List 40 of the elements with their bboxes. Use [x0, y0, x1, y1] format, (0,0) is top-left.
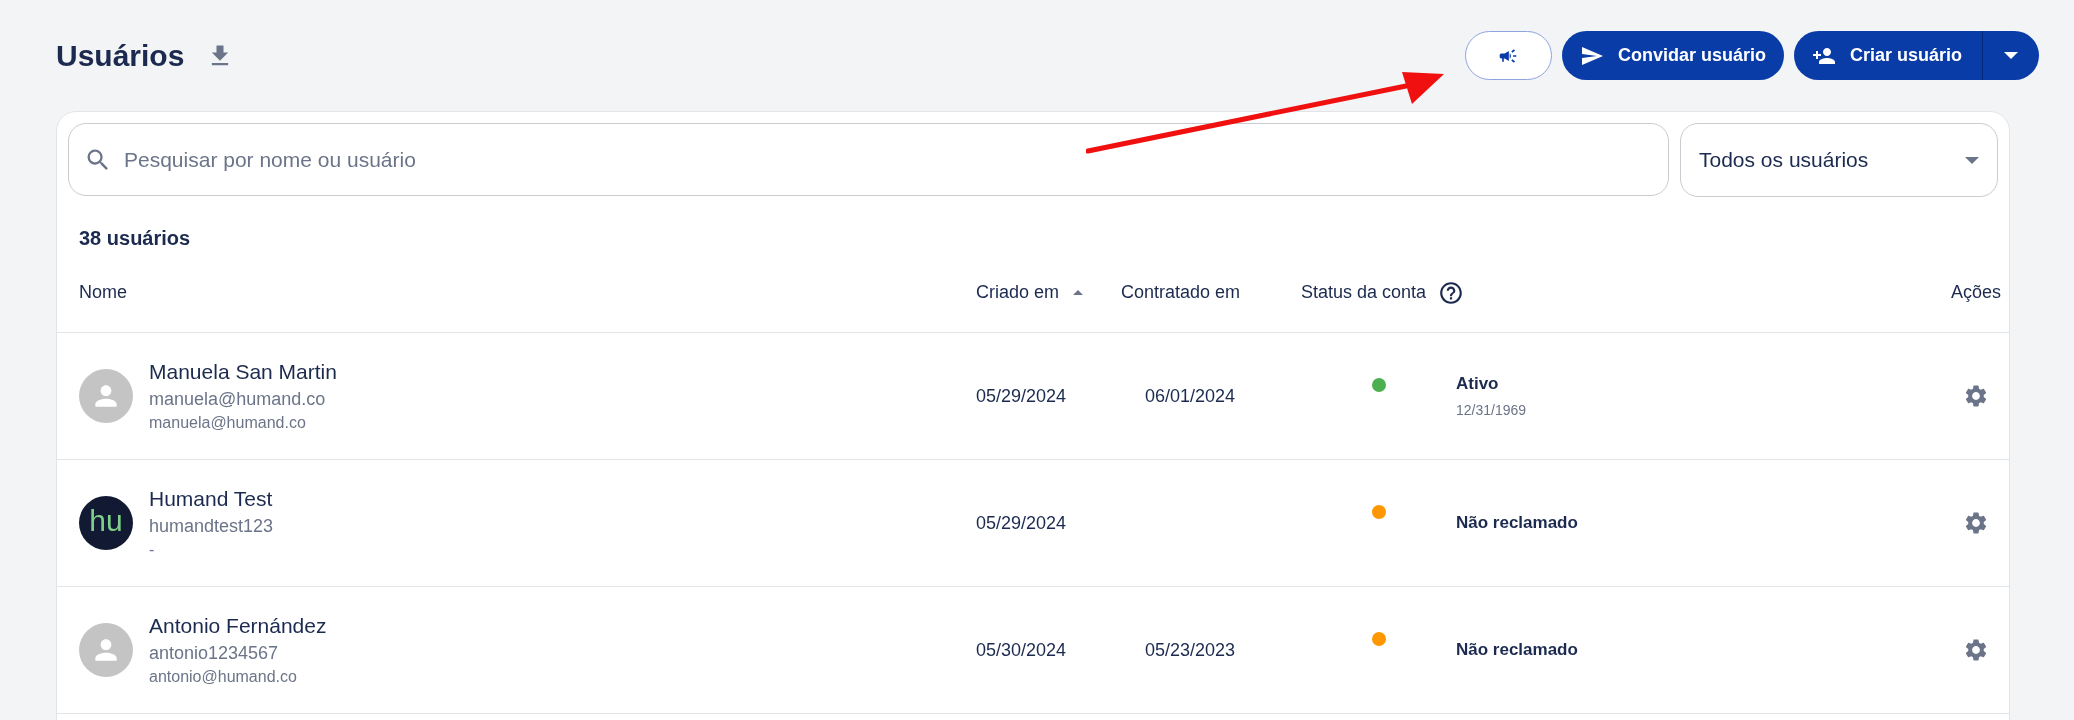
user-name: Antonio Fernández: [149, 613, 327, 639]
column-header[interactable]: Criado em: [976, 279, 1084, 306]
user-filter-dropdown[interactable]: Todos os usuários: [1680, 123, 1998, 197]
created-date: 05/30/2024: [976, 638, 1068, 662]
user-name: Humand Test: [149, 486, 274, 512]
column-header[interactable]: Status da conta: [1301, 279, 1427, 306]
status-date: 12/31/1969: [1456, 401, 1528, 421]
user-count: 38 usuários: [78, 226, 192, 251]
hired-date: 06/01/2024: [1145, 385, 1236, 406]
avatar-placeholder: [79, 369, 133, 423]
user-email: antonio@humand.co: [149, 667, 298, 687]
username: manuela@humand.co: [149, 388, 327, 411]
user-email: -: [149, 540, 156, 560]
announcement-button[interactable]: [1464, 31, 1552, 80]
help-icon[interactable]: [1438, 279, 1465, 306]
settings-icon[interactable]: [1963, 510, 1989, 536]
column-header[interactable]: Ações: [1950, 279, 2001, 306]
avatar-placeholder: [79, 623, 133, 677]
sort-arrow-icon: [1073, 290, 1084, 295]
caret-icon: [1965, 156, 1979, 164]
status-label: Ativo: [1456, 372, 1500, 395]
hired-date: 05/23/2023: [1145, 639, 1236, 660]
created-date: 05/29/2024: [976, 384, 1068, 408]
search-field[interactable]: Pesquisar por nome ou usuário: [68, 123, 1669, 196]
username: antonio1234567: [149, 642, 280, 665]
invite-user-button[interactable]: Convidar usuário: [1561, 31, 1784, 80]
avatar-logo: hu: [79, 496, 133, 550]
status-label: Não reclamado: [1456, 639, 1579, 662]
status-label: Não reclamado: [1456, 512, 1579, 535]
column-header[interactable]: Nome: [79, 279, 127, 306]
user-name: Manuela San Martin: [149, 359, 337, 385]
create-user-button[interactable]: Criar usuário: [1793, 31, 1983, 80]
user-email: manuela@humand.co: [149, 413, 307, 433]
settings-icon[interactable]: [1963, 637, 1989, 663]
page-title: Usuários: [56, 38, 185, 74]
created-date: 05/29/2024: [976, 511, 1068, 535]
column-header[interactable]: Contratado em: [1121, 279, 1241, 306]
username: humandtest123: [149, 515, 274, 538]
settings-icon[interactable]: [1963, 383, 1989, 409]
caret-icon: [2004, 52, 2018, 59]
